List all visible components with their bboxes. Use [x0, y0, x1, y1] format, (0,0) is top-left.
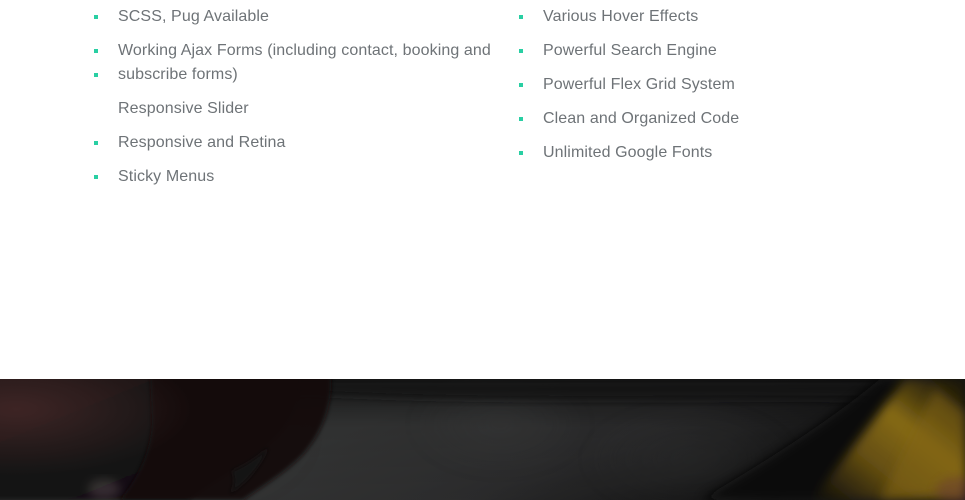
feature-label: SCSS, Pug Available — [118, 8, 270, 25]
hero-banner-image — [0, 379, 965, 500]
square-bullet-icon — [94, 73, 98, 77]
feature-label: Powerful Search Engine — [543, 42, 717, 59]
feature-list-right: Powerful Navigation with Mega Menu and D… — [519, 0, 939, 165]
square-bullet-icon — [519, 49, 523, 53]
list-item: Working Ajax Forms (including contact, b… — [94, 39, 494, 87]
feature-label: Unlimited Google Fonts — [543, 144, 713, 161]
square-bullet-icon — [94, 175, 98, 179]
features-left-column: Bootstrap 3.3 SCSS, Pug Available Workin… — [94, 0, 494, 199]
list-item: Powerful Flex Grid System — [519, 73, 939, 97]
list-item: Unlimited Google Fonts — [519, 141, 939, 165]
list-item: Responsive and Retina — [94, 131, 494, 155]
square-bullet-icon — [94, 49, 98, 53]
feature-label: Working Ajax Forms (including contact, b… — [118, 42, 491, 83]
list-item: Responsive Slider — [94, 73, 494, 121]
square-bullet-icon — [519, 15, 523, 19]
list-item: Sticky Menus — [94, 165, 494, 189]
list-item: Clean and Organized Code — [519, 107, 939, 131]
page-root: Bootstrap 3.3 SCSS, Pug Available Workin… — [0, 0, 965, 500]
list-item: Various Hover Effects — [519, 5, 939, 29]
features-section: Bootstrap 3.3 SCSS, Pug Available Workin… — [0, 0, 965, 379]
list-item: Powerful Search Engine — [519, 39, 939, 63]
square-bullet-icon — [94, 141, 98, 145]
feature-label: Sticky Menus — [118, 168, 215, 185]
feature-list-left: Bootstrap 3.3 SCSS, Pug Available Workin… — [94, 0, 494, 189]
feature-label: Responsive Slider — [118, 100, 249, 117]
feature-label: Various Hover Effects — [543, 8, 699, 25]
features-right-column: Powerful Navigation with Mega Menu and D… — [519, 0, 939, 175]
feature-label: Powerful Flex Grid System — [543, 76, 735, 93]
square-bullet-icon — [519, 83, 523, 87]
square-bullet-icon — [94, 15, 98, 19]
hero-banner-graphic — [0, 379, 965, 500]
square-bullet-icon — [519, 117, 523, 121]
square-bullet-icon — [519, 151, 523, 155]
list-item: SCSS, Pug Available — [94, 5, 494, 29]
feature-label: Responsive and Retina — [118, 134, 286, 151]
feature-label: Clean and Organized Code — [543, 110, 740, 127]
